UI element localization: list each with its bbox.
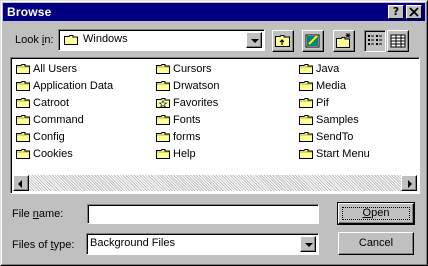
look-in-value: Windows bbox=[83, 33, 128, 45]
favorites-icon bbox=[156, 98, 170, 108]
folder-icon bbox=[156, 64, 170, 74]
details-view-icon bbox=[390, 34, 406, 48]
file-name: All Users bbox=[33, 63, 78, 75]
file-name: Media bbox=[316, 80, 346, 92]
folder-icon bbox=[299, 132, 313, 142]
file-name: Pif bbox=[316, 97, 329, 109]
title-bar[interactable]: Browse ? bbox=[3, 3, 425, 21]
folder-icon bbox=[299, 64, 313, 74]
help-button[interactable]: ? bbox=[388, 5, 404, 19]
file-name: Start Menu bbox=[316, 148, 370, 160]
open-button[interactable]: Open bbox=[337, 202, 415, 225]
scroll-right-button[interactable] bbox=[401, 175, 417, 191]
open-button-label: Open bbox=[362, 207, 390, 219]
file-name: Help bbox=[173, 148, 196, 160]
folder-icon bbox=[156, 132, 170, 142]
folder-icon bbox=[64, 35, 78, 45]
close-icon bbox=[409, 7, 419, 17]
new-folder-icon bbox=[336, 33, 351, 48]
file-name: Cursors bbox=[173, 63, 212, 75]
folder-icon bbox=[16, 98, 30, 108]
window-title: Browse bbox=[7, 5, 52, 19]
desktop-button[interactable] bbox=[302, 30, 324, 52]
scroll-left-button[interactable] bbox=[13, 175, 29, 191]
folder-icon bbox=[16, 64, 30, 74]
folder-icon bbox=[156, 149, 170, 159]
file-name: Samples bbox=[316, 114, 359, 126]
list-view-icon bbox=[368, 35, 382, 45]
file-name: Cookies bbox=[33, 148, 73, 160]
file-name: forms bbox=[173, 131, 201, 143]
scroll-track[interactable] bbox=[29, 175, 401, 191]
file-name: Catroot bbox=[33, 97, 70, 109]
list-view-button[interactable] bbox=[364, 30, 386, 52]
horizontal-scrollbar[interactable] bbox=[13, 175, 417, 191]
cancel-button-label: Cancel bbox=[358, 237, 394, 249]
file-type-value: Background Files bbox=[90, 237, 175, 249]
file-type-dropdown-button[interactable] bbox=[300, 236, 316, 252]
up-folder-icon bbox=[275, 35, 290, 47]
file-type-combo[interactable]: Background Files bbox=[86, 233, 319, 255]
folder-icon bbox=[299, 81, 313, 91]
folder-icon bbox=[299, 115, 313, 125]
file-name: Drwatson bbox=[173, 80, 220, 92]
file-name: Java bbox=[316, 63, 340, 75]
close-button[interactable] bbox=[406, 5, 422, 19]
folder-icon bbox=[16, 149, 30, 159]
file-name-label: File name: bbox=[12, 208, 64, 220]
folder-icon bbox=[156, 81, 170, 91]
look-in-label: Look in: bbox=[15, 34, 54, 46]
file-name: Favorites bbox=[173, 97, 219, 109]
file-list[interactable]: All Users Application Data Catroot Command C… bbox=[10, 57, 420, 194]
file-name: Fonts bbox=[173, 114, 201, 126]
file-name: Config bbox=[33, 131, 65, 143]
look-in-combo[interactable]: Windows bbox=[58, 29, 265, 51]
file-name: Application Data bbox=[33, 80, 114, 92]
new-folder-button[interactable] bbox=[333, 30, 355, 52]
folder-icon bbox=[299, 98, 313, 108]
file-name: SendTo bbox=[316, 131, 354, 143]
folder-icon bbox=[299, 149, 313, 159]
up-one-level-button[interactable] bbox=[272, 30, 294, 52]
folder-icon bbox=[156, 115, 170, 125]
look-in-dropdown-button[interactable] bbox=[246, 32, 262, 48]
file-name: Command bbox=[33, 114, 84, 126]
details-view-button[interactable] bbox=[387, 30, 409, 52]
file-name-input[interactable] bbox=[87, 204, 319, 224]
folder-icon bbox=[16, 115, 30, 125]
desktop-icon bbox=[305, 34, 320, 48]
cancel-button[interactable]: Cancel bbox=[338, 232, 414, 255]
file-type-label: Files of type: bbox=[12, 239, 75, 251]
folder-icon bbox=[16, 81, 30, 91]
browse-dialog: Browse ? Look in: Windows All Users Appl… bbox=[0, 0, 428, 266]
folder-icon bbox=[16, 132, 30, 142]
